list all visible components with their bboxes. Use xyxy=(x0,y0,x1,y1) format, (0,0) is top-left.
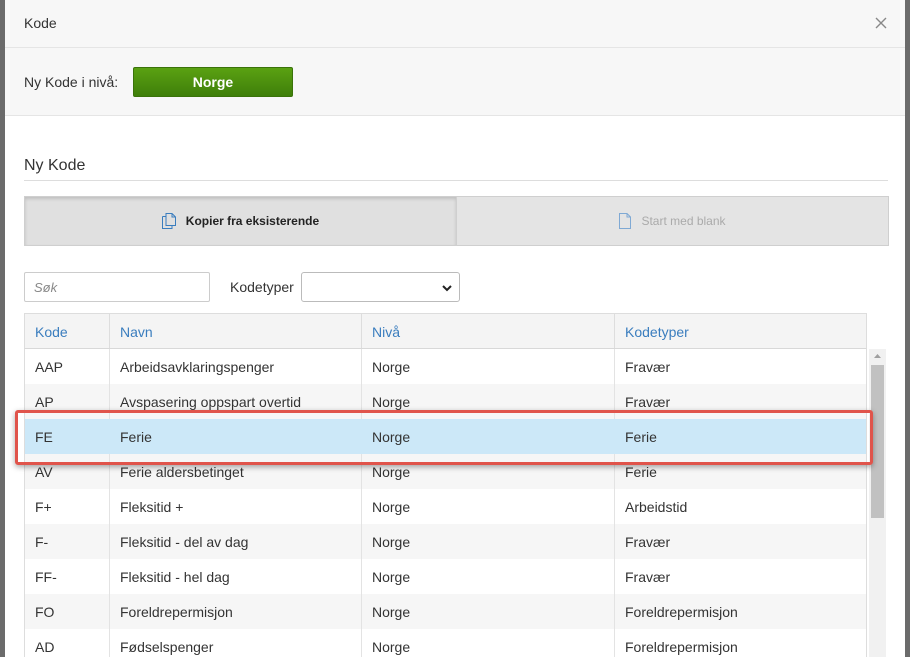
kodetyper-select[interactable] xyxy=(301,272,460,302)
copy-document-icon xyxy=(161,213,176,229)
start-blank-button[interactable]: Start med blank xyxy=(456,196,889,246)
cell-kodetyper: Fravær xyxy=(625,394,671,410)
cell-navn: Fleksitid + xyxy=(110,489,362,524)
table-scrollbar[interactable] xyxy=(869,349,886,657)
cell-kode: AV xyxy=(25,454,110,489)
kodetyper-label: Kodetyper xyxy=(230,279,294,295)
codes-table: Kode Navn Nivå Kodetyper AAP Arbeidsavkl… xyxy=(24,313,886,657)
start-blank-label: Start med blank xyxy=(641,214,726,228)
copy-existing-label: Kopier fra eksisterende xyxy=(185,214,320,228)
cell-kodetyper: Foreldrepermisjon xyxy=(625,639,738,655)
cell-kodetyper: Fravær xyxy=(625,359,671,375)
close-icon[interactable] xyxy=(871,13,891,33)
cell-kode: AD xyxy=(25,629,110,657)
cell-kodetyper: Arbeidstid xyxy=(625,499,688,515)
cell-kodetyper: Foreldrepermisjon xyxy=(625,604,738,620)
table-header: Kode Navn Nivå Kodetyper xyxy=(24,313,867,349)
cell-niva: Norge xyxy=(362,559,615,594)
cell-niva: Norge xyxy=(362,454,615,489)
cell-navn: Fleksitid - hel dag xyxy=(110,559,362,594)
cell-kode: F- xyxy=(25,524,110,559)
cell-kode: AAP xyxy=(25,349,110,384)
table-row[interactable]: FO Foreldrepermisjon Norge Foreldrepermi… xyxy=(24,594,867,629)
table-row[interactable]: AV Ferie aldersbetinget Norge Ferie xyxy=(24,454,867,489)
cell-niva: Norge xyxy=(362,629,615,657)
column-header-niva[interactable]: Nivå xyxy=(362,314,615,348)
cell-kodetyper: Fravær xyxy=(625,569,671,585)
cell-navn: Foreldrepermisjon xyxy=(110,594,362,629)
table-row-selected[interactable]: FE Ferie Norge Ferie xyxy=(24,419,867,454)
table-row[interactable]: FF- Fleksitid - hel dag Norge Fravær xyxy=(24,559,867,594)
table-row[interactable]: F- Fleksitid - del av dag Norge Fravær xyxy=(24,524,867,559)
table-row[interactable]: AD Fødselspenger Norge Foreldrepermisjon xyxy=(24,629,867,657)
cell-navn: Fleksitid - del av dag xyxy=(110,524,362,559)
cell-kodetyper: Ferie xyxy=(625,464,657,480)
section-title: Ny Kode xyxy=(24,157,888,181)
cell-navn: Fødselspenger xyxy=(110,629,362,657)
cell-navn: Ferie xyxy=(110,419,362,454)
table-row[interactable]: AAP Arbeidsavklaringspenger Norge Fravær xyxy=(24,349,867,384)
level-norge-button[interactable]: Norge xyxy=(133,67,293,97)
cell-kode: FO xyxy=(25,594,110,629)
cell-niva: Norge xyxy=(362,489,615,524)
cell-navn: Ferie aldersbetinget xyxy=(110,454,362,489)
cell-niva: Norge xyxy=(362,384,615,419)
cell-kodetyper: Ferie xyxy=(625,429,657,445)
blank-document-icon xyxy=(619,213,632,229)
column-header-kode[interactable]: Kode xyxy=(25,314,110,348)
level-bar: Ny Kode i nivå: Norge xyxy=(5,48,905,116)
modal-title: Kode xyxy=(24,15,57,31)
cell-niva: Norge xyxy=(362,524,615,559)
cell-kode: AP xyxy=(25,384,110,419)
cell-kode: FE xyxy=(25,419,110,454)
table-row[interactable]: F+ Fleksitid + Norge Arbeidstid xyxy=(24,489,867,524)
cell-kode: F+ xyxy=(25,489,110,524)
table-row[interactable]: AP Avspasering oppspart overtid Norge Fr… xyxy=(24,384,867,419)
chevron-down-icon xyxy=(441,281,453,299)
mode-toggle: Kopier fra eksisterende Start med blank xyxy=(24,196,889,246)
cell-navn: Avspasering oppspart overtid xyxy=(110,384,362,419)
kode-modal: Kode Ny Kode i nivå: Norge Ny Kode Kopie… xyxy=(5,0,905,657)
cell-navn: Arbeidsavklaringspenger xyxy=(110,349,362,384)
cell-niva: Norge xyxy=(362,349,615,384)
copy-existing-button[interactable]: Kopier fra eksisterende xyxy=(24,196,456,246)
modal-header: Kode xyxy=(5,0,905,48)
column-header-navn[interactable]: Navn xyxy=(110,314,362,348)
column-header-kodetyper[interactable]: Kodetyper xyxy=(615,314,866,348)
cell-kodetyper: Fravær xyxy=(625,534,671,550)
cell-niva: Norge xyxy=(362,594,615,629)
scroll-up-arrow-icon[interactable] xyxy=(869,349,886,363)
scrollbar-thumb[interactable] xyxy=(871,365,884,518)
level-label: Ny Kode i nivå: xyxy=(24,74,119,90)
cell-kode: FF- xyxy=(25,559,110,594)
cell-niva: Norge xyxy=(362,419,615,454)
table-body: AAP Arbeidsavklaringspenger Norge Fravær… xyxy=(24,349,867,657)
search-input[interactable] xyxy=(24,272,210,302)
